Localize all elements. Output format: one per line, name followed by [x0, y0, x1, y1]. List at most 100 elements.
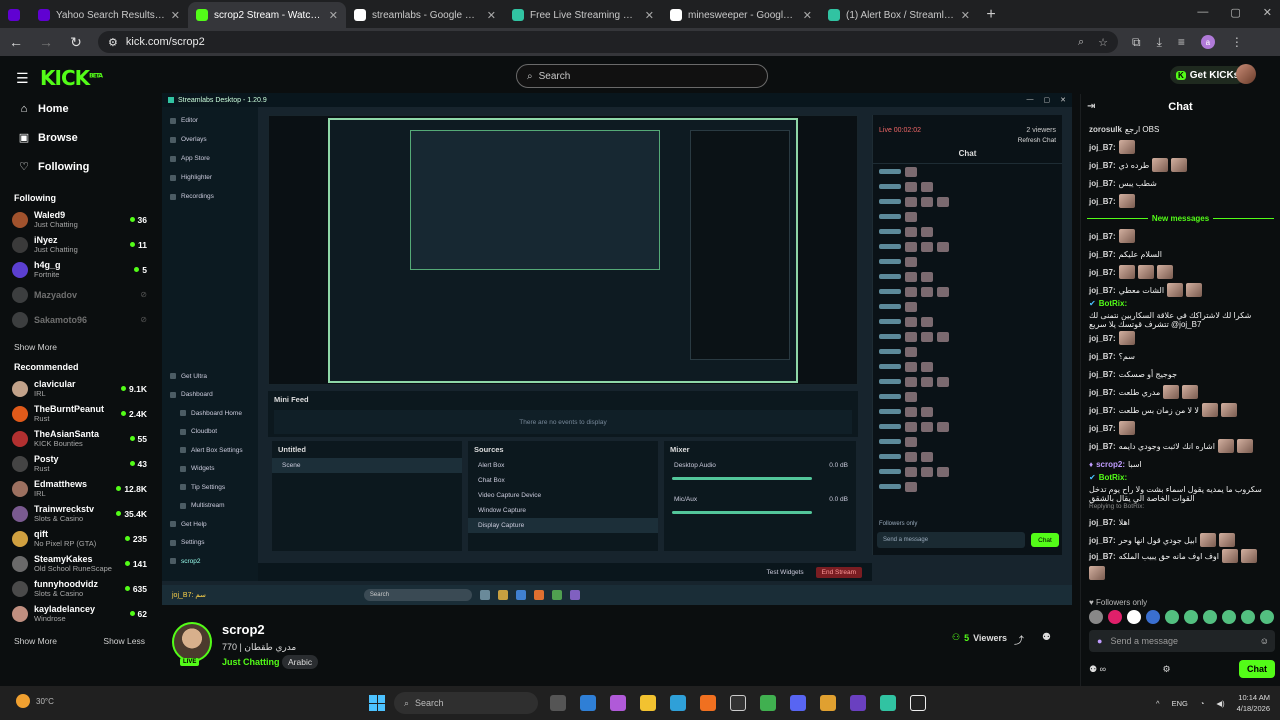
following-show-more[interactable]: Show More	[0, 342, 155, 352]
chat-username[interactable]: scrop2:	[1096, 460, 1125, 469]
chat-username[interactable]: joj_B7:	[1089, 197, 1116, 206]
tray-chevron-icon[interactable]: ^	[1156, 699, 1160, 708]
chat-username[interactable]: joj_B7:	[1089, 442, 1116, 451]
chat-username[interactable]: joj_B7:	[1089, 232, 1116, 241]
emote-icon[interactable]	[1203, 610, 1217, 624]
chat-username[interactable]: joj_B7:	[1089, 179, 1116, 188]
sidebar-nav-following[interactable]: ♡ Following	[0, 152, 155, 181]
minimize-icon[interactable]: —	[1197, 6, 1208, 19]
sidebar-channel[interactable]: SteamyKakes Old School RuneScape 141	[0, 551, 155, 576]
emote-icon[interactable]	[1222, 610, 1236, 624]
chat-username[interactable]: joj_B7:	[1089, 536, 1116, 545]
file-explorer-icon[interactable]	[640, 695, 656, 711]
chat-username[interactable]: joj_B7:	[1089, 268, 1116, 277]
chat-username[interactable]: BotRix:	[1099, 299, 1127, 308]
tab-close-icon[interactable]: ✕	[961, 9, 970, 22]
app-icon[interactable]	[850, 695, 866, 711]
maximize-icon[interactable]: ▢	[1230, 6, 1240, 19]
browser-tab[interactable]: streamlabs - Google Search ✕	[346, 2, 504, 28]
channel-name[interactable]: scrop2	[222, 622, 265, 637]
new-tab-button[interactable]: +	[978, 2, 1004, 28]
channel-avatar[interactable]	[172, 622, 212, 662]
browser-tab[interactable]: (1) Alert Box / Streamlabs ✕	[820, 2, 978, 28]
sidebar-channel[interactable]: Mazyadov ⊘	[0, 282, 155, 307]
sidebar-channel[interactable]: iNyez Just Chatting 11	[0, 232, 155, 257]
user-avatar[interactable]	[1236, 64, 1256, 84]
reload-icon[interactable]: ↻	[68, 34, 84, 51]
emote-icon[interactable]	[1184, 610, 1198, 624]
tab-close-icon[interactable]: ✕	[487, 9, 496, 22]
chat-username[interactable]: joj_B7:	[1089, 370, 1116, 379]
emote-icon[interactable]	[1241, 610, 1255, 624]
address-bar[interactable]: ⚙ kick.com/scrop2 ⌕ ☆	[98, 31, 1118, 53]
menu-kebab-icon[interactable]: ⋮	[1231, 35, 1243, 49]
chat-username[interactable]: BotRix:	[1099, 473, 1127, 482]
chat-username[interactable]: joj_B7:	[1089, 352, 1116, 361]
browser-tab[interactable]: Yahoo Search Results - قوقل ✕	[30, 2, 188, 28]
extensions-icon[interactable]: ⧉	[1132, 35, 1141, 50]
emote-icon[interactable]	[1108, 610, 1122, 624]
chat-username[interactable]: joj_B7:	[1089, 406, 1116, 415]
wifi-icon[interactable]: ◔	[1200, 699, 1205, 708]
tab-close-icon[interactable]: ✕	[171, 9, 180, 22]
sidebar-channel[interactable]: TheAsianSanta KICK Bounties 55	[0, 426, 155, 451]
sidebar-channel[interactable]: Edmatthews IRL 12.8K	[0, 476, 155, 501]
search-input[interactable]: ⌕ Search	[516, 64, 768, 88]
sidebar-channel[interactable]: Trainwreckstv Slots & Casino 35.4K	[0, 501, 155, 526]
tab-close-icon[interactable]: ✕	[803, 9, 812, 22]
stream-video-player[interactable]: Streamlabs Desktop - 1.20.9 — ▢ ✕ Editor Ov…	[162, 93, 1072, 605]
profile-avatar[interactable]: a	[1200, 35, 1215, 49]
sidebar-nav-browse[interactable]: ▣ Browse	[0, 123, 155, 152]
chat-username[interactable]: zorosulk	[1089, 125, 1122, 134]
media-icon[interactable]: ≡	[1178, 35, 1185, 49]
sidebar-channel[interactable]: Posty Rust 43	[0, 451, 155, 476]
hamburger-menu-icon[interactable]: ☰	[16, 70, 29, 87]
obs-icon[interactable]	[910, 695, 926, 711]
app-icon[interactable]	[820, 695, 836, 711]
chat-username[interactable]: joj_B7:	[1089, 143, 1116, 152]
task-view-icon[interactable]	[550, 695, 566, 711]
chat-message-input[interactable]: ● Send a message ☺	[1089, 630, 1275, 652]
show-less-button[interactable]: Show Less	[103, 636, 145, 646]
volume-icon[interactable]: ◀)	[1216, 699, 1224, 708]
forward-icon[interactable]: →	[38, 34, 54, 50]
chat-username[interactable]: joj_B7:	[1089, 161, 1116, 170]
browser-tab[interactable]: minesweeper - Google Search ✕	[662, 2, 820, 28]
chat-username[interactable]: joj_B7:	[1089, 552, 1116, 561]
back-icon[interactable]: ←	[8, 34, 24, 50]
language-tag[interactable]: Arabic	[282, 655, 319, 669]
emoji-picker-icon[interactable]: ☺	[1260, 636, 1269, 646]
sidebar-channel[interactable]: h4g_g Fortnite 5	[0, 257, 155, 282]
chat-username[interactable]: joj_B7:	[1089, 250, 1116, 259]
download-icon[interactable]: ⤓	[1157, 35, 1162, 50]
sidebar-channel[interactable]: Sakamoto96 ⊘	[0, 307, 155, 332]
sidebar-channel[interactable]: kayladelancey Windrose 62	[0, 601, 155, 626]
taskbar-search[interactable]: ⌕ Search	[394, 692, 538, 714]
emote-icon[interactable]	[1127, 610, 1141, 624]
show-more-button[interactable]: Show More	[14, 636, 57, 646]
sidebar-channel[interactable]: clavicular IRL 9.1K	[0, 376, 155, 401]
zoom-icon[interactable]: ⌕	[1078, 36, 1084, 49]
tab-close-icon[interactable]: ✕	[329, 9, 338, 22]
weather-widget[interactable]: 30°C	[16, 694, 54, 708]
tab-close-icon[interactable]: ✕	[645, 9, 654, 22]
emote-icon[interactable]	[1165, 610, 1179, 624]
chrome-icon[interactable]	[760, 695, 776, 711]
sidebar-channel[interactable]: qift No Pixel RP (GTA) 235	[0, 526, 155, 551]
discord-icon[interactable]	[790, 695, 806, 711]
sidebar-channel[interactable]: Waled9 Just Chatting 36	[0, 207, 155, 232]
stream-category[interactable]: Just Chatting	[222, 657, 280, 667]
chat-settings-icon[interactable]: ⚙	[1162, 664, 1170, 675]
emote-icon[interactable]	[1089, 610, 1103, 624]
browser-tab[interactable]: Free Live Streaming & Recordin ✕	[504, 2, 662, 28]
collapse-chat-icon[interactable]: ⇥	[1087, 101, 1095, 112]
clock[interactable]: 10:14 AM 4/18/2026	[1237, 692, 1270, 714]
sidebar-channel[interactable]: TheBurntPeanut Rust 2.4K	[0, 401, 155, 426]
browser-tab[interactable]: scrop2 Stream - Watch Live on ✕	[188, 2, 346, 28]
edge-icon[interactable]	[670, 695, 686, 711]
streamlabs-icon[interactable]	[880, 695, 896, 711]
app-icon[interactable]	[580, 695, 596, 711]
bookmark-star-icon[interactable]: ☆	[1098, 36, 1108, 49]
chat-username[interactable]: joj_B7:	[1089, 424, 1116, 433]
send-chat-button[interactable]: Chat	[1238, 660, 1275, 678]
